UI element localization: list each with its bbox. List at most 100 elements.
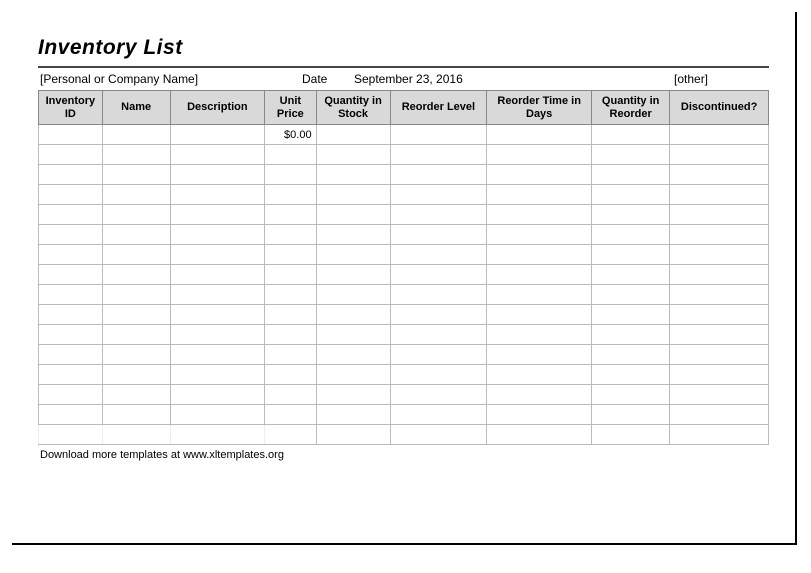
cell-description[interactable] [170,145,265,165]
cell-qty_reorder[interactable] [592,385,670,405]
cell-reorder_level[interactable] [390,285,487,305]
cell-description[interactable] [170,265,265,285]
cell-reorder_level[interactable] [390,125,487,145]
cell-qty_reorder[interactable] [592,205,670,225]
cell-qty_reorder[interactable] [592,425,670,445]
cell-description[interactable] [170,285,265,305]
cell-reorder_level[interactable] [390,205,487,225]
cell-qty_reorder[interactable] [592,365,670,385]
cell-name[interactable] [102,245,170,265]
cell-reorder_time[interactable] [487,245,592,265]
cell-inventory_id[interactable] [39,365,103,385]
cell-name[interactable] [102,325,170,345]
cell-reorder_level[interactable] [390,305,487,325]
cell-discontinued[interactable] [670,305,769,325]
cell-discontinued[interactable] [670,225,769,245]
cell-inventory_id[interactable] [39,125,103,145]
cell-qty_stock[interactable] [316,185,390,205]
cell-discontinued[interactable] [670,325,769,345]
cell-unit_price[interactable] [265,265,316,285]
cell-discontinued[interactable] [670,405,769,425]
cell-reorder_time[interactable] [487,345,592,365]
cell-qty_reorder[interactable] [592,245,670,265]
cell-reorder_time[interactable] [487,425,592,445]
cell-discontinued[interactable] [670,265,769,285]
cell-name[interactable] [102,305,170,325]
cell-reorder_level[interactable] [390,165,487,185]
cell-qty_reorder[interactable] [592,285,670,305]
date-value[interactable]: September 23, 2016 [354,72,634,86]
cell-qty_stock[interactable] [316,205,390,225]
cell-reorder_time[interactable] [487,385,592,405]
cell-unit_price[interactable] [265,345,316,365]
cell-reorder_level[interactable] [390,225,487,245]
cell-qty_reorder[interactable] [592,225,670,245]
cell-unit_price[interactable] [265,425,316,445]
cell-reorder_level[interactable] [390,365,487,385]
cell-discontinued[interactable] [670,165,769,185]
cell-qty_stock[interactable] [316,365,390,385]
cell-inventory_id[interactable] [39,305,103,325]
cell-description[interactable] [170,425,265,445]
cell-discontinued[interactable] [670,185,769,205]
cell-reorder_time[interactable] [487,285,592,305]
cell-name[interactable] [102,265,170,285]
cell-description[interactable] [170,205,265,225]
cell-qty_stock[interactable] [316,145,390,165]
cell-discontinued[interactable] [670,145,769,165]
cell-unit_price[interactable] [265,305,316,325]
cell-reorder_time[interactable] [487,125,592,145]
cell-inventory_id[interactable] [39,225,103,245]
cell-unit_price[interactable] [265,285,316,305]
cell-reorder_time[interactable] [487,165,592,185]
cell-unit_price[interactable] [265,225,316,245]
cell-description[interactable] [170,185,265,205]
cell-reorder_time[interactable] [487,225,592,245]
cell-discontinued[interactable] [670,205,769,225]
cell-name[interactable] [102,405,170,425]
cell-name[interactable] [102,145,170,165]
cell-inventory_id[interactable] [39,145,103,165]
company-name-placeholder[interactable]: [Personal or Company Name] [40,72,302,86]
cell-reorder_time[interactable] [487,185,592,205]
cell-description[interactable] [170,245,265,265]
cell-unit_price[interactable] [265,325,316,345]
cell-description[interactable] [170,405,265,425]
cell-qty_reorder[interactable] [592,145,670,165]
cell-description[interactable] [170,305,265,325]
cell-unit_price[interactable] [265,205,316,225]
cell-qty_reorder[interactable] [592,305,670,325]
cell-qty_stock[interactable] [316,245,390,265]
cell-name[interactable] [102,125,170,145]
cell-qty_reorder[interactable] [592,185,670,205]
cell-unit_price[interactable] [265,365,316,385]
cell-inventory_id[interactable] [39,285,103,305]
cell-reorder_level[interactable] [390,325,487,345]
cell-unit_price[interactable] [265,245,316,265]
cell-qty_stock[interactable] [316,385,390,405]
cell-inventory_id[interactable] [39,205,103,225]
cell-qty_reorder[interactable] [592,325,670,345]
cell-description[interactable] [170,345,265,365]
cell-unit_price[interactable] [265,165,316,185]
cell-reorder_time[interactable] [487,145,592,165]
cell-discontinued[interactable] [670,385,769,405]
cell-reorder_level[interactable] [390,265,487,285]
cell-inventory_id[interactable] [39,385,103,405]
cell-unit_price[interactable] [265,405,316,425]
cell-description[interactable] [170,385,265,405]
cell-unit_price[interactable] [265,385,316,405]
cell-description[interactable] [170,125,265,145]
cell-description[interactable] [170,365,265,385]
cell-discontinued[interactable] [670,245,769,265]
cell-inventory_id[interactable] [39,245,103,265]
cell-qty_reorder[interactable] [592,125,670,145]
cell-unit_price[interactable]: $0.00 [265,125,316,145]
cell-description[interactable] [170,165,265,185]
cell-inventory_id[interactable] [39,325,103,345]
cell-inventory_id[interactable] [39,165,103,185]
cell-discontinued[interactable] [670,285,769,305]
cell-description[interactable] [170,325,265,345]
cell-qty_stock[interactable] [316,165,390,185]
cell-reorder_time[interactable] [487,325,592,345]
